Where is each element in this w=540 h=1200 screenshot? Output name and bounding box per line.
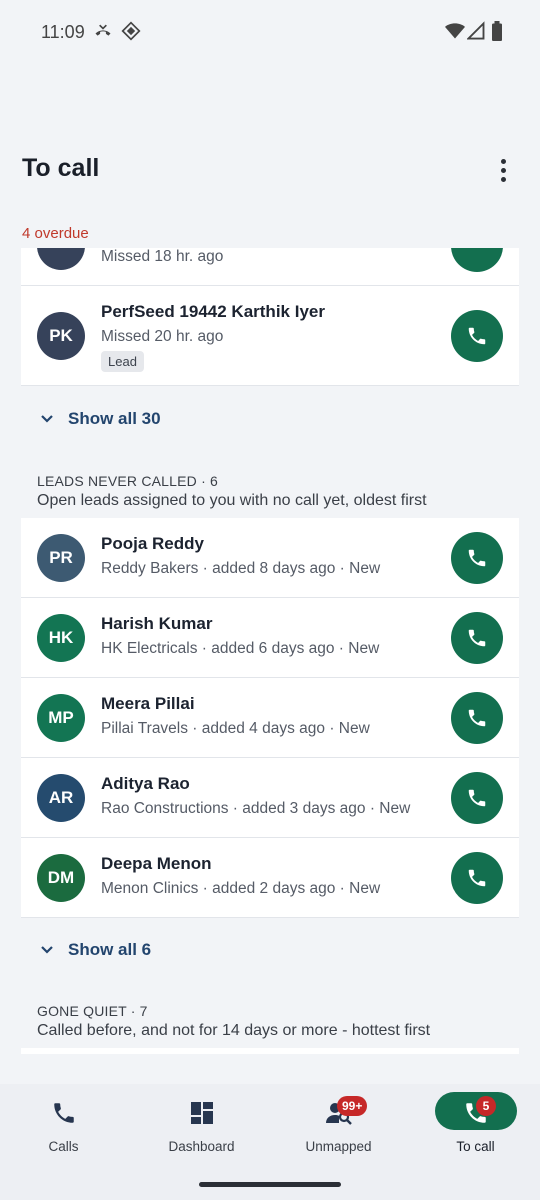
- phone-icon: [468, 327, 486, 345]
- list-item-name: Harish Kumar: [101, 614, 213, 633]
- nav-dashboard[interactable]: Dashboard: [134, 1084, 269, 1164]
- chevron-down-icon: [41, 415, 53, 423]
- list-item-name: Deepa Menon: [101, 854, 212, 873]
- dashboard-icon: [187, 1100, 217, 1126]
- phone-icon: [468, 709, 486, 727]
- signal-icon: [466, 21, 485, 46]
- status-time: 11:09: [41, 22, 85, 42]
- nav-label: Unmapped: [305, 1139, 372, 1154]
- lead-tag: Lead: [101, 351, 144, 372]
- call-button[interactable]: [451, 772, 503, 824]
- avatar: AR: [37, 774, 85, 822]
- list-item-subtitle: HK Electricals · added 6 days ago · New: [101, 640, 380, 657]
- list-item[interactable]: PK PerfSeed 19442 Karthik Iyer Missed 20…: [21, 286, 519, 386]
- missed-call-icon: [92, 21, 114, 46]
- nav-unmapped[interactable]: 99+ Unmapped: [271, 1084, 406, 1164]
- wifi-icon: [445, 21, 465, 46]
- list-item-name: Aditya Rao: [101, 774, 190, 793]
- more-dot-icon: [500, 158, 506, 164]
- chevron-down-icon: [41, 946, 53, 954]
- list-item[interactable]: PR Pooja Reddy Reddy Bakers · added 8 da…: [21, 518, 519, 598]
- list-item-name: PerfSeed 19442 Karthik Iyer: [101, 302, 325, 321]
- list-item[interactable]: HK Harish Kumar HK Electricals · added 6…: [21, 598, 519, 678]
- app-notification-icon: [121, 21, 141, 46]
- nav-calls[interactable]: Calls: [0, 1084, 131, 1164]
- show-all-label: Show all 6: [68, 940, 152, 959]
- avatar: [37, 248, 85, 270]
- call-button[interactable]: [451, 612, 503, 664]
- phone-icon: [49, 1100, 79, 1126]
- battery-icon: [490, 21, 504, 46]
- call-button[interactable]: [451, 310, 503, 362]
- list-item-subtitle: Missed 20 hr. ago: [101, 328, 224, 345]
- gone-quiet-card: [21, 1048, 519, 1054]
- list-item-subtitle: Reddy Bakers · added 8 days ago · New: [101, 560, 381, 577]
- home-indicator[interactable]: [199, 1182, 341, 1187]
- nav-label: To call: [456, 1139, 495, 1154]
- leads-card: PR Pooja Reddy Reddy Bakers · added 8 da…: [21, 518, 519, 918]
- avatar: MP: [37, 694, 85, 742]
- list-item-subtitle: Missed 18 hr. ago: [101, 248, 224, 265]
- call-button[interactable]: [451, 692, 503, 744]
- more-options-button[interactable]: [488, 152, 518, 188]
- avatar: PK: [37, 312, 85, 360]
- nav-label: Calls: [48, 1139, 79, 1154]
- list-item-subtitle: Pillai Travels · added 4 days ago · New: [101, 720, 370, 737]
- list-item[interactable]: MP Meera Pillai Pillai Travels · added 4…: [21, 678, 519, 758]
- list-item-subtitle: Menon Clinics · added 2 days ago · New: [101, 880, 381, 897]
- avatar: PR: [37, 534, 85, 582]
- unmapped-badge: 99+: [337, 1096, 368, 1116]
- list-item[interactable]: AR Aditya Rao Rao Constructions · added …: [21, 758, 519, 838]
- overdue-card: Missed 18 hr. ago PK PerfSeed 19442 Kart…: [21, 248, 519, 386]
- phone-icon: [468, 629, 486, 647]
- list-item-subtitle: Rao Constructions · added 3 days ago · N…: [101, 800, 411, 817]
- show-all-overdue-button[interactable]: Show all 30: [40, 407, 161, 431]
- show-all-label: Show all 30: [68, 409, 161, 428]
- section-description: Called before, and not for 14 days or mo…: [37, 1022, 431, 1039]
- show-all-leads-button[interactable]: Show all 6: [40, 938, 151, 962]
- more-dot-icon: [500, 167, 506, 173]
- call-button[interactable]: [451, 852, 503, 904]
- nav-label: Dashboard: [168, 1139, 235, 1154]
- status-bar: 11:09: [0, 0, 540, 64]
- more-dot-icon: [500, 176, 506, 182]
- call-button[interactable]: [451, 248, 503, 272]
- phone-icon: [468, 549, 486, 567]
- avatar: DM: [37, 854, 85, 902]
- list-item[interactable]: Missed 18 hr. ago: [21, 248, 519, 286]
- section-description: Open leads assigned to you with no call …: [37, 492, 427, 509]
- phone-icon: [468, 869, 486, 887]
- list-item[interactable]: DM Deepa Menon Menon Clinics · added 2 d…: [21, 838, 519, 918]
- call-button[interactable]: [451, 532, 503, 584]
- overdue-count: 4 overdue: [22, 225, 89, 242]
- section-heading: LEADS NEVER CALLED · 6: [37, 473, 219, 489]
- section-heading: GONE QUIET · 7: [37, 1003, 148, 1019]
- list-item-name: Pooja Reddy: [101, 534, 204, 553]
- to-call-badge: 5: [476, 1096, 496, 1116]
- avatar: HK: [37, 614, 85, 662]
- phone-icon: [468, 789, 486, 807]
- page-title: To call: [22, 154, 100, 182]
- nav-to-call[interactable]: 5 To call: [408, 1084, 540, 1164]
- list-item-name: Meera Pillai: [101, 694, 195, 713]
